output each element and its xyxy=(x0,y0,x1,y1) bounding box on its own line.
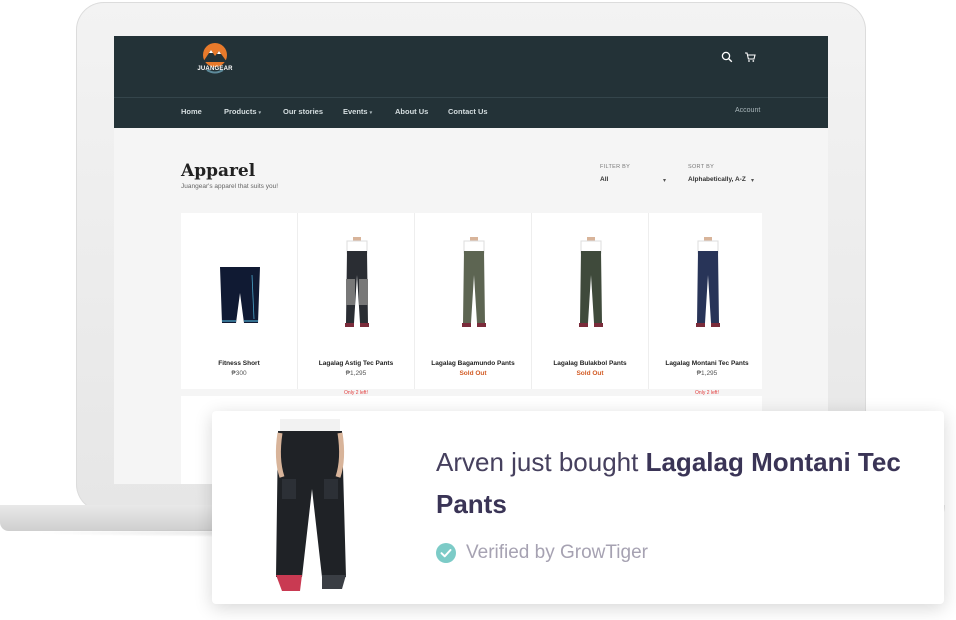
verified-text: Verified by GrowTiger xyxy=(466,542,648,563)
notification-prefix: Arven just bought xyxy=(436,447,639,477)
product-image-fitness-short xyxy=(220,267,260,323)
product-card[interactable]: Lagalag Astig Tec Pants ₱1,295 xyxy=(298,213,414,389)
account-link[interactable]: Account xyxy=(735,107,760,114)
product-image-bulakbol-pants xyxy=(579,237,603,327)
chevron-down-icon: ▾ xyxy=(369,110,373,116)
verified-badge: Verified by GrowTiger xyxy=(436,542,648,564)
nav-home[interactable]: Home xyxy=(181,107,202,116)
page-subtitle: Juangear's apparel that suits you! xyxy=(181,183,278,190)
chevron-down-icon: ▾ xyxy=(663,178,667,184)
logo-text: JUANGEAR xyxy=(197,66,233,72)
sold-out-label: Sold Out xyxy=(576,370,604,377)
store-header: JUANGEAR Home Products ▾ Our stories Even… xyxy=(114,36,828,128)
nav-about-us[interactable]: About Us xyxy=(395,107,428,116)
product-grid: Fitness Short ₱300 Lagalag Astig Tec Pan… xyxy=(181,213,762,389)
product-name[interactable]: Fitness Short xyxy=(181,360,297,367)
filter-select[interactable]: All xyxy=(600,176,608,183)
chevron-down-icon: ▾ xyxy=(751,178,755,184)
product-card[interactable]: Lagalag Bulakbol Pants Sold Out xyxy=(532,213,648,389)
product-card[interactable]: Lagalag Montani Tec Pants ₱1,295 xyxy=(649,213,765,389)
product-name[interactable]: Lagalag Bagamundo Pants xyxy=(415,360,531,367)
product-price: ₱300 xyxy=(231,370,247,377)
nav-events[interactable]: Events ▾ xyxy=(343,107,372,116)
product-price: ₱1,295 xyxy=(345,370,367,377)
filter-label: FILTER BY xyxy=(600,164,631,170)
page-title: Apparel xyxy=(181,161,256,181)
product-card[interactable]: Fitness Short ₱300 xyxy=(181,213,297,389)
sold-out-label: Sold Out xyxy=(459,370,487,377)
nav-contact-us[interactable]: Contact Us xyxy=(448,107,488,116)
product-price: ₱1,295 xyxy=(696,370,718,377)
search-icon[interactable] xyxy=(721,51,733,63)
product-name[interactable]: Lagalag Bulakbol Pants xyxy=(532,360,648,367)
product-card[interactable]: Lagalag Bagamundo Pants Sold Out xyxy=(415,213,531,389)
product-name[interactable]: Lagalag Astig Tec Pants xyxy=(298,360,414,367)
cart-icon[interactable] xyxy=(744,51,756,63)
nav-products[interactable]: Products ▾ xyxy=(224,107,261,116)
sort-select[interactable]: Alphabetically, A-Z xyxy=(688,176,748,183)
verified-check-icon xyxy=(436,543,456,563)
product-image-montani-pants xyxy=(696,237,720,327)
sort-label: SORT BY xyxy=(688,164,715,170)
notification-product-image xyxy=(252,419,368,595)
product-image-astig-pants xyxy=(345,237,369,327)
chevron-down-icon: ▾ xyxy=(258,110,262,116)
header-divider xyxy=(114,97,828,98)
purchase-notification[interactable]: Arven just bought Lagalag Montani Tec Pa… xyxy=(212,411,944,604)
nav-our-stories[interactable]: Our stories xyxy=(283,107,323,116)
notification-message: Arven just bought Lagalag Montani Tec Pa… xyxy=(436,441,926,525)
product-name[interactable]: Lagalag Montani Tec Pants xyxy=(649,360,765,367)
product-image-bagamundo-pants xyxy=(462,237,486,327)
